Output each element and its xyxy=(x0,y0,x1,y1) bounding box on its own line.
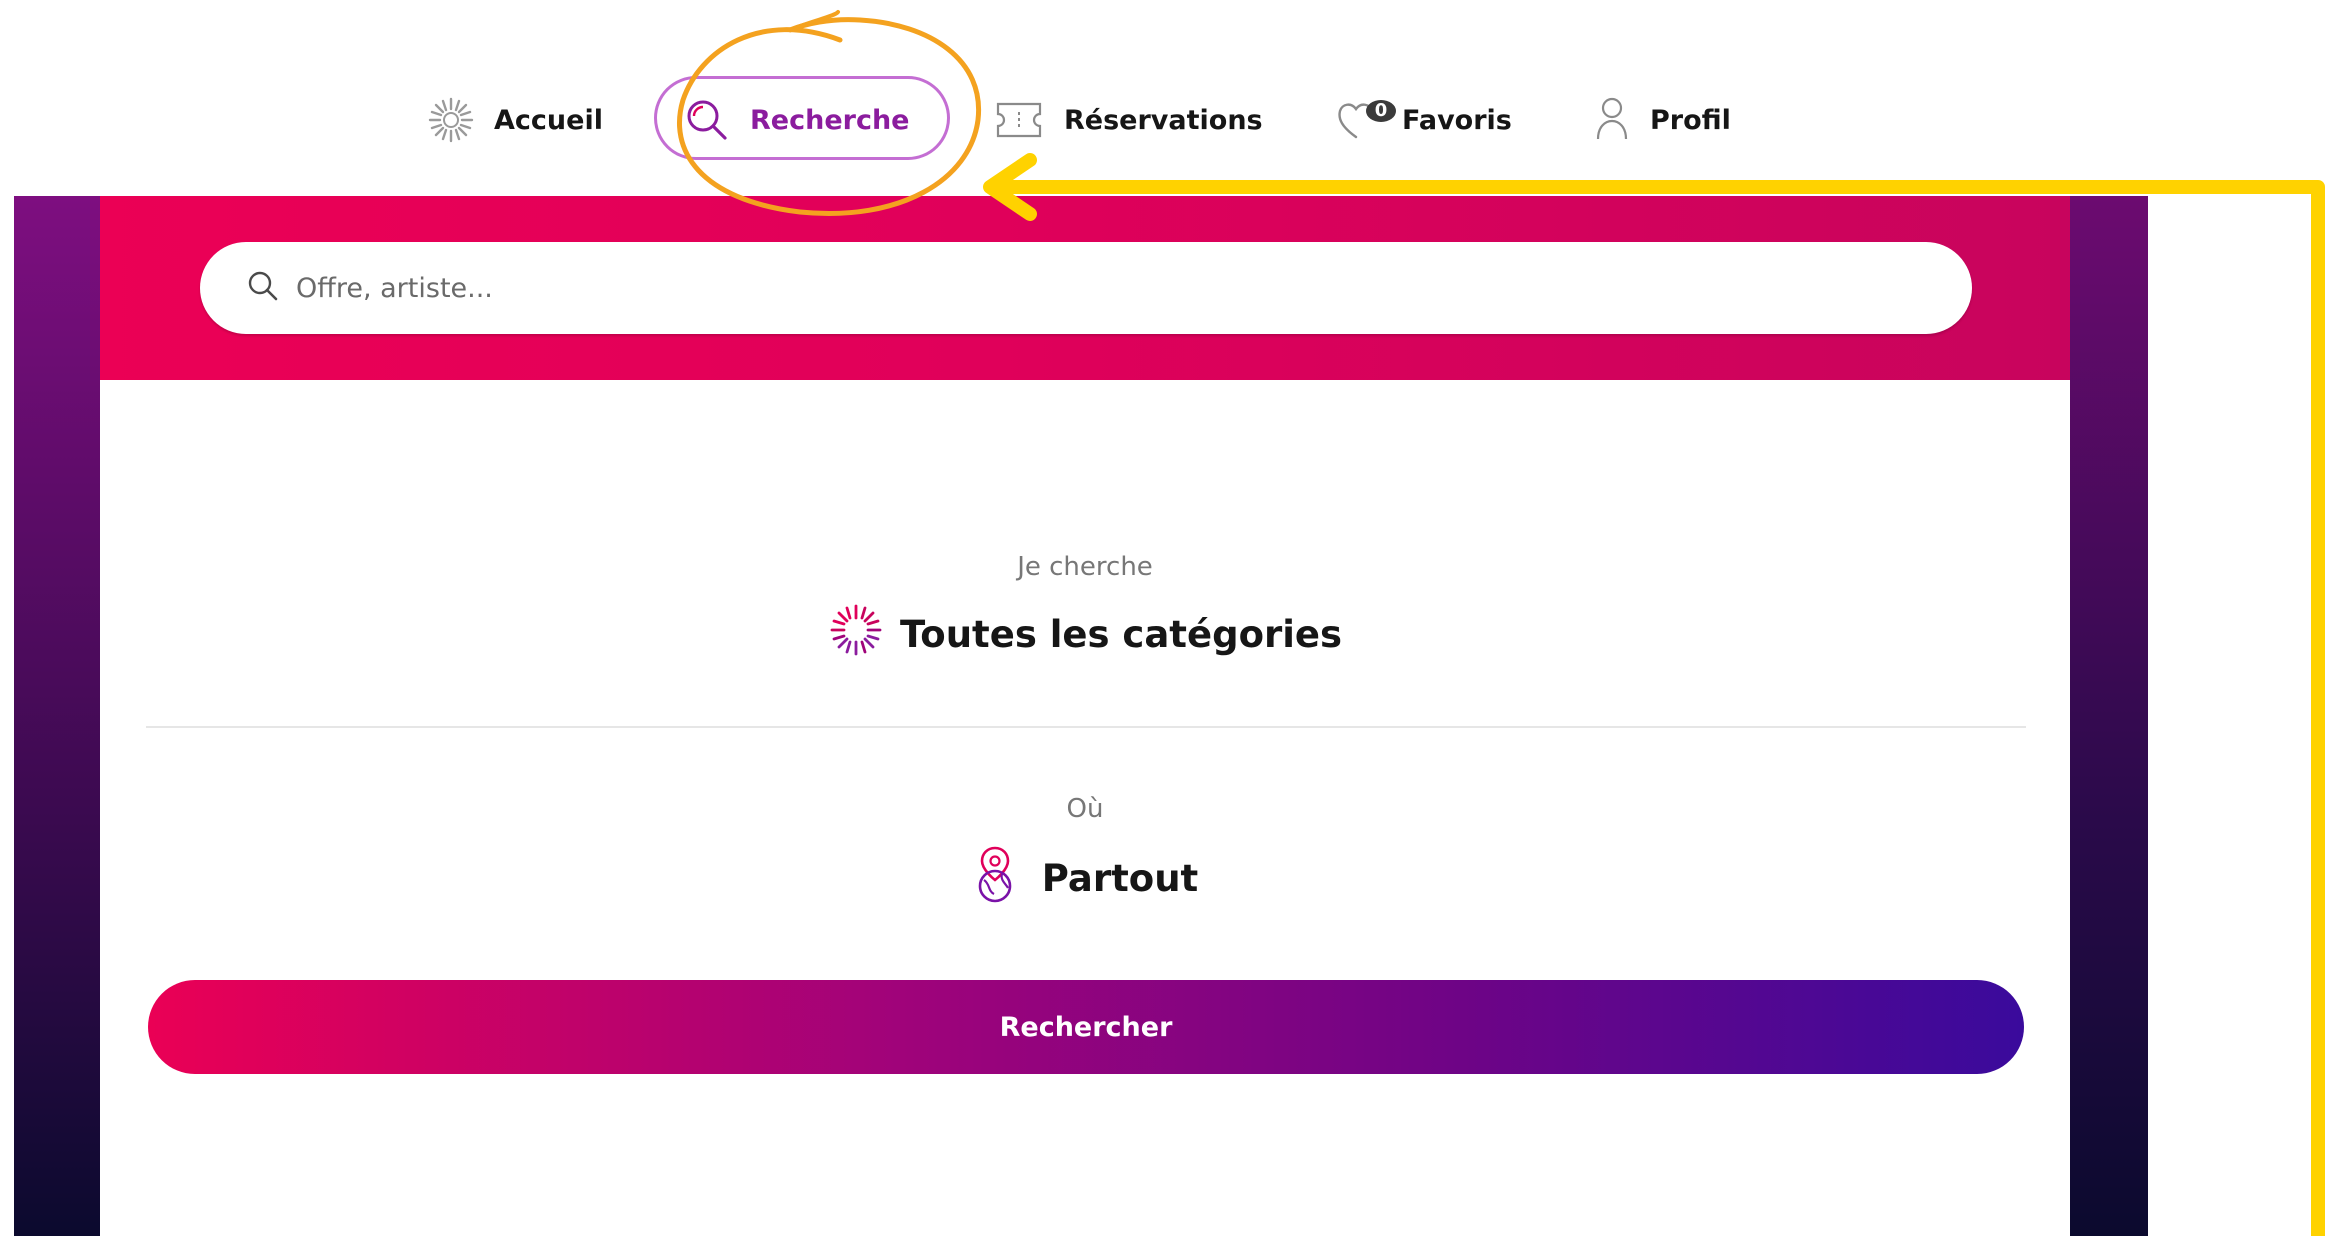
nav-label-recherche: Recherche xyxy=(750,104,910,136)
nav-item-profil[interactable]: Profil xyxy=(1592,88,1731,152)
nav-label-reservations: Réservations xyxy=(1064,104,1263,136)
sun-burst-icon xyxy=(426,95,476,145)
location-value: Partout xyxy=(1041,857,1199,900)
search-submit-button[interactable]: Rechercher xyxy=(148,980,2024,1074)
category-field[interactable]: Je cherche Toutes les catégories xyxy=(100,552,2070,667)
annotation-circle-flick xyxy=(793,10,840,30)
nav-label-favoris: Favoris xyxy=(1402,104,1512,136)
location-label: Où xyxy=(1066,794,1104,824)
search-input[interactable] xyxy=(294,271,1798,305)
search-bar[interactable] xyxy=(200,242,1972,334)
nav-item-reservations[interactable]: Réservations xyxy=(992,88,1263,152)
user-icon xyxy=(1592,95,1632,145)
heart-icon: 0 xyxy=(1334,97,1396,143)
nav-label-profil: Profil xyxy=(1650,104,1731,136)
nav-item-accueil[interactable]: Accueil xyxy=(426,88,603,152)
category-label: Je cherche xyxy=(1017,552,1153,582)
app-background-right xyxy=(2070,196,2148,1236)
search-form-card: Je cherche Toutes les catégories Où Part… xyxy=(100,380,2070,1236)
favorites-count-badge: 0 xyxy=(1374,100,1388,121)
location-field[interactable]: Où Partout xyxy=(100,794,2070,913)
search-icon xyxy=(682,95,732,145)
nav-item-favoris[interactable]: 0 Favoris xyxy=(1334,88,1512,152)
top-navigation: Accueil Recherche Réservations 0 Favoris… xyxy=(0,60,2333,180)
nav-item-recherche[interactable]: Recherche xyxy=(682,88,910,152)
location-globe-icon xyxy=(972,844,1018,913)
app-window: Accueil Recherche Réservations 0 Favoris… xyxy=(0,0,2333,1236)
ticket-icon xyxy=(992,98,1046,142)
category-burst-icon xyxy=(828,602,884,667)
search-input-icon xyxy=(246,269,280,307)
category-value: Toutes les catégories xyxy=(899,613,1343,656)
form-divider xyxy=(146,726,2026,728)
nav-label-accueil: Accueil xyxy=(494,104,603,136)
